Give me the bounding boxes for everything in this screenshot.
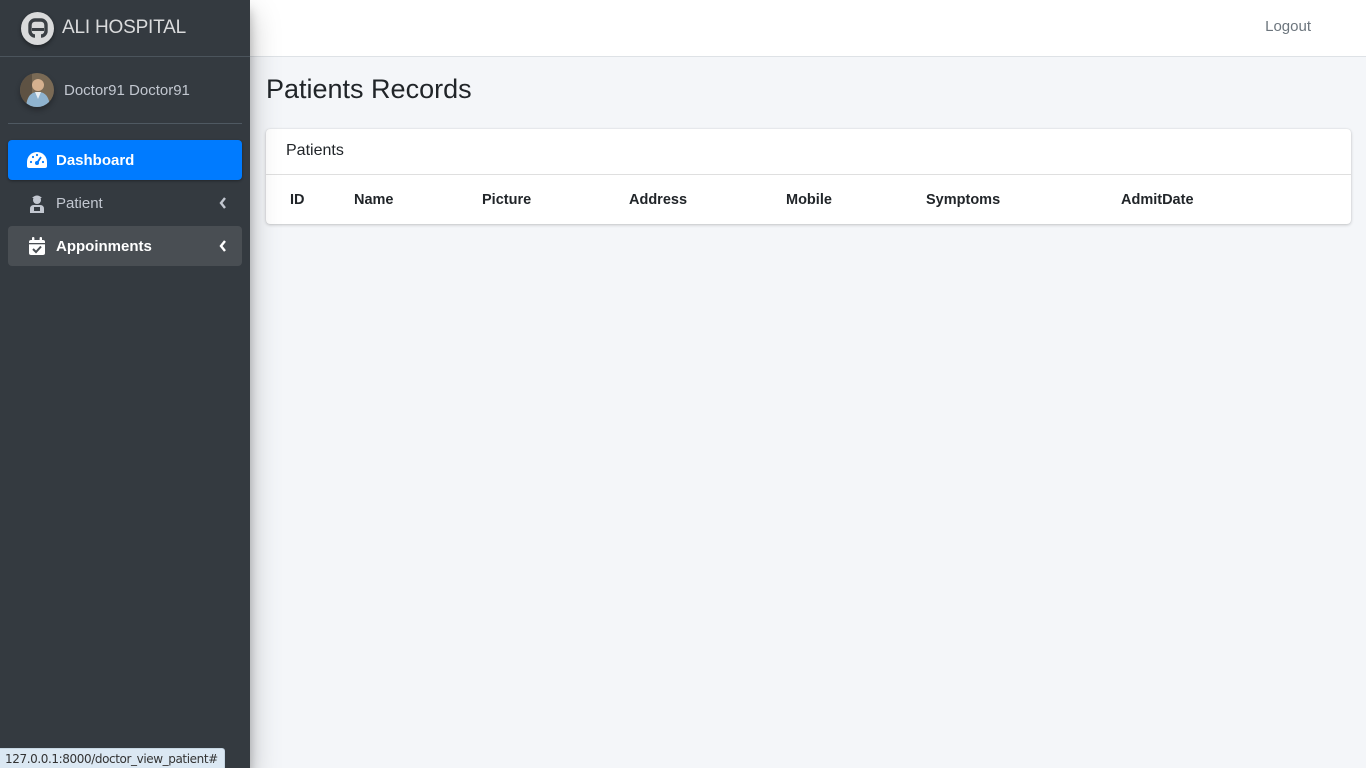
browser-status-url: 127.0.0.1:8000/doctor_view_patient#: [0, 748, 225, 768]
sidebar-item-appoinments[interactable]: Appoinments: [8, 226, 242, 266]
sidebar-item-label: Appoinments: [56, 237, 152, 255]
table-header-row: ID Name Picture Address Mobile Symptoms …: [266, 175, 1351, 224]
user-injured-icon: [26, 193, 48, 213]
column-header-picture[interactable]: Picture: [482, 175, 629, 224]
column-header-admitdate[interactable]: AdmitDate: [1121, 175, 1351, 224]
dashboard-gauge-icon: [26, 150, 48, 170]
brand-name: ALI HOSPITAL: [62, 17, 186, 38]
logo-a-icon: [21, 11, 54, 45]
logout-link[interactable]: Logout: [1265, 18, 1311, 35]
column-header-id[interactable]: ID: [266, 175, 354, 224]
page-title: Patients Records: [266, 74, 472, 104]
user-panel: Doctor91 Doctor91: [8, 57, 242, 124]
sidebar: ALI HOSPITAL Doctor91 Doctor91 Dashboard…: [0, 0, 250, 768]
chevron-left-icon: [218, 196, 228, 210]
sidebar-item-patient[interactable]: Patient: [8, 183, 242, 223]
sidebar-item-label: Patient: [56, 194, 103, 212]
main-content: Patients Records Patients ID Name Pictur…: [266, 57, 1351, 224]
column-header-address[interactable]: Address: [629, 175, 786, 224]
column-header-mobile[interactable]: Mobile: [786, 175, 926, 224]
brand-link[interactable]: ALI HOSPITAL: [0, 0, 250, 57]
patients-table: ID Name Picture Address Mobile Symptoms …: [266, 175, 1351, 224]
column-header-symptoms[interactable]: Symptoms: [926, 175, 1121, 224]
calendar-check-icon: [26, 236, 48, 256]
avatar[interactable]: [20, 73, 54, 107]
sidebar-item-dashboard[interactable]: Dashboard: [8, 140, 242, 180]
user-name[interactable]: Doctor91 Doctor91: [64, 82, 190, 99]
top-navbar: Logout: [250, 0, 1366, 57]
patients-card: Patients ID Name Picture Address Mobile …: [266, 129, 1351, 224]
card-title: Patients: [266, 129, 1351, 175]
sidebar-item-label: Dashboard: [56, 151, 135, 169]
sidebar-nav: Dashboard Patient Appoinments: [0, 140, 250, 266]
column-header-name[interactable]: Name: [354, 175, 482, 224]
chevron-left-icon: [218, 239, 228, 253]
